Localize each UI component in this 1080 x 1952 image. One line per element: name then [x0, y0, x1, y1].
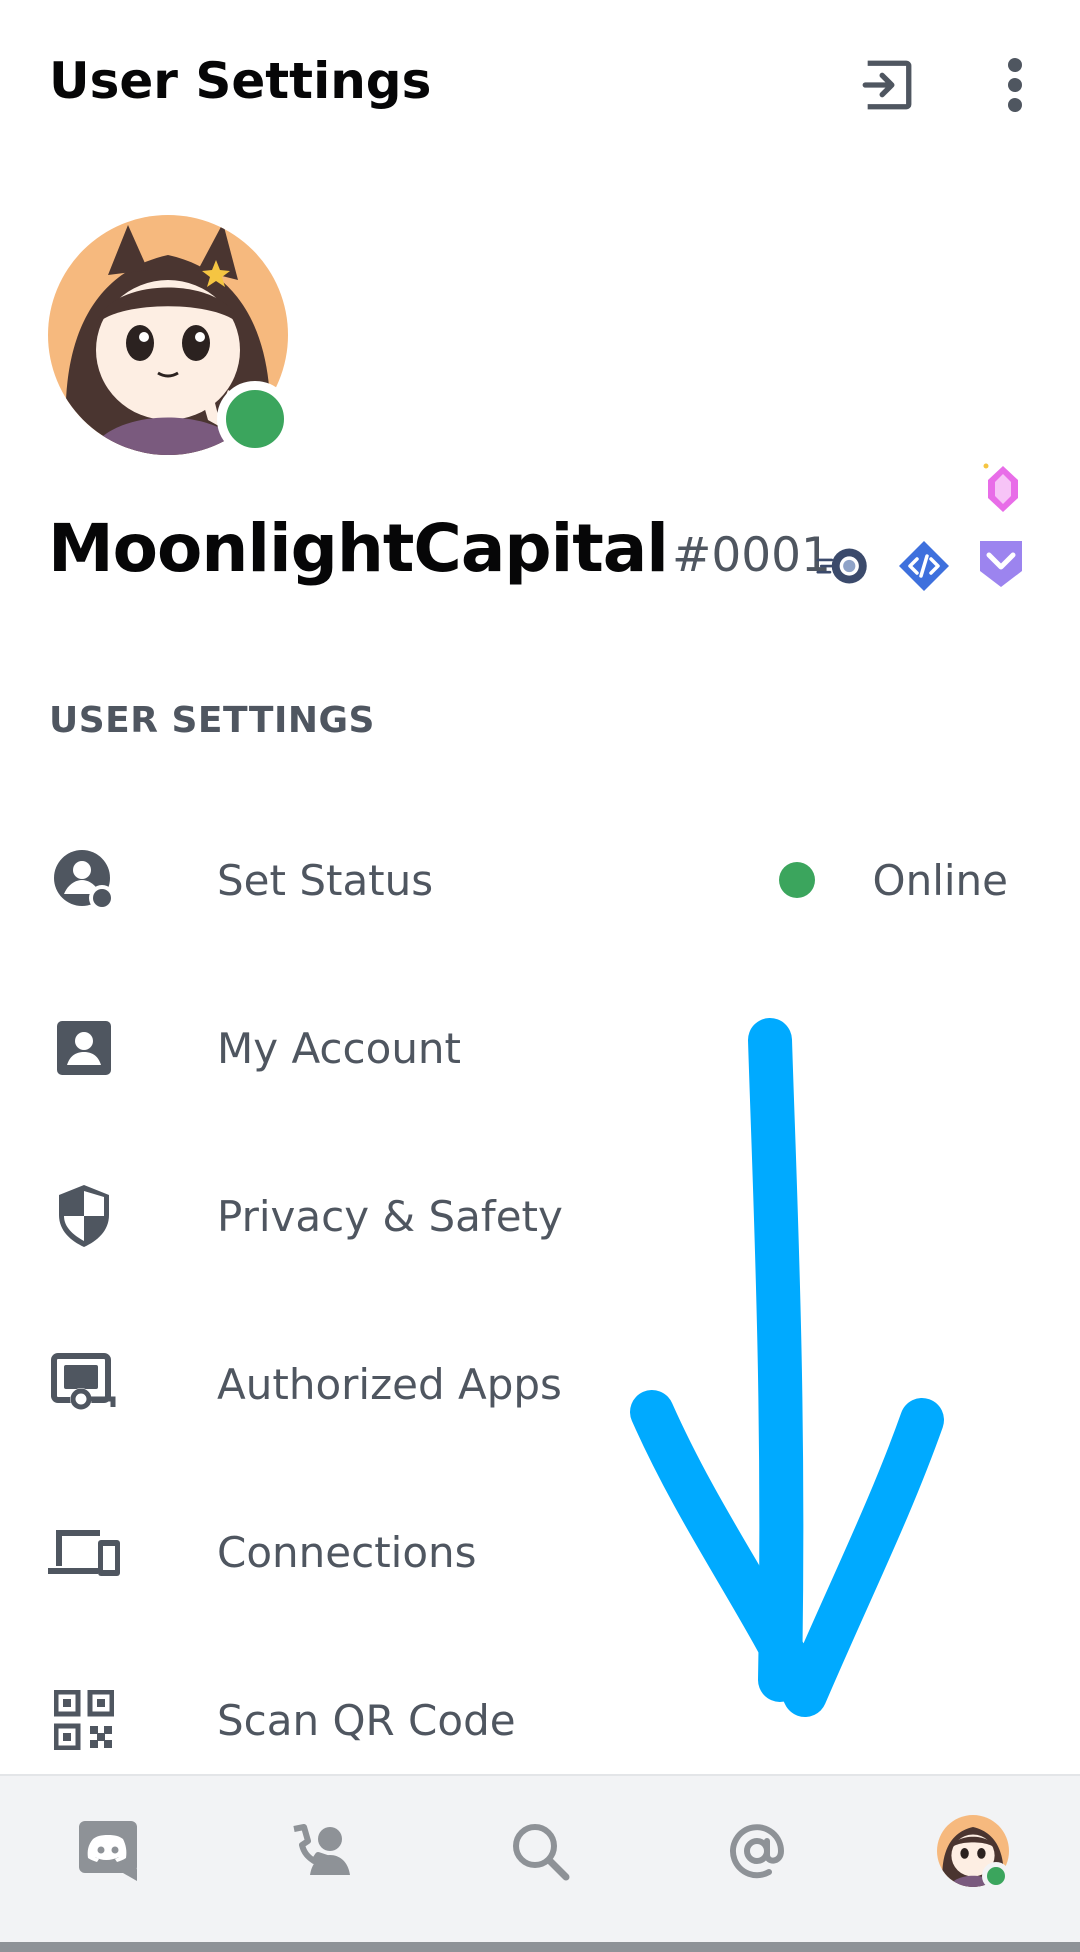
menu-item-scan-qr[interactable]: Scan QR Code — [0, 1660, 1080, 1780]
section-label-user-settings: USER SETTINGS — [49, 700, 375, 741]
account-card-icon — [48, 1012, 120, 1084]
qr-code-icon — [48, 1684, 120, 1756]
hypesquad-icon[interactable] — [816, 538, 872, 594]
discriminator: #0001 — [671, 528, 831, 583]
scan-qr-label: Scan QR Code — [217, 1695, 516, 1745]
page-title: User Settings — [49, 52, 432, 110]
logout-icon — [862, 60, 912, 110]
authorized-apps-icon — [48, 1348, 120, 1420]
menu-item-set-status[interactable]: Set Status Online — [0, 820, 1080, 940]
system-bar — [0, 1942, 1080, 1952]
discord-home-icon — [79, 1821, 137, 1881]
search-icon — [513, 1824, 570, 1881]
shield-icon — [48, 1180, 120, 1252]
menu-item-connections[interactable]: Connections — [0, 1492, 1080, 1612]
username: MoonlightCapital — [48, 510, 669, 587]
header: User Settings — [0, 0, 1080, 170]
my-account-label: My Account — [217, 1023, 462, 1073]
status-value: Online — [872, 855, 1008, 905]
more-options-button[interactable] — [980, 50, 1050, 120]
authorized-apps-label: Authorized Apps — [217, 1359, 562, 1409]
early-supporter-icon[interactable] — [973, 535, 1029, 591]
connections-label: Connections — [217, 1527, 477, 1577]
username-display: MoonlightCapital #0001 — [48, 510, 831, 587]
devices-icon — [48, 1516, 120, 1588]
nav-home[interactable] — [63, 1806, 153, 1896]
mentions-icon — [730, 1824, 785, 1879]
set-status-label: Set Status — [217, 855, 434, 905]
menu-item-privacy-safety[interactable]: Privacy & Safety — [0, 1156, 1080, 1276]
set-status-icon — [48, 844, 120, 916]
online-dot — [778, 862, 815, 898]
nav-friends[interactable] — [278, 1806, 368, 1896]
nav-status-dot — [982, 1862, 1010, 1890]
developer-icon[interactable] — [896, 538, 952, 594]
nav-mentions[interactable] — [712, 1806, 802, 1896]
more-vertical-icon — [1008, 58, 1022, 112]
menu-item-my-account[interactable]: My Account — [0, 988, 1080, 1108]
friends-icon — [293, 1824, 350, 1875]
logout-button[interactable] — [852, 50, 922, 120]
bottom-navigation — [0, 1774, 1080, 1944]
privacy-safety-label: Privacy & Safety — [217, 1191, 563, 1241]
online-status-indicator — [217, 381, 293, 457]
nav-search[interactable] — [495, 1806, 585, 1896]
nitro-boost-gem-icon[interactable] — [975, 460, 1031, 516]
current-status: Online — [778, 855, 1008, 905]
menu-item-authorized-apps[interactable]: Authorized Apps — [0, 1324, 1080, 1444]
